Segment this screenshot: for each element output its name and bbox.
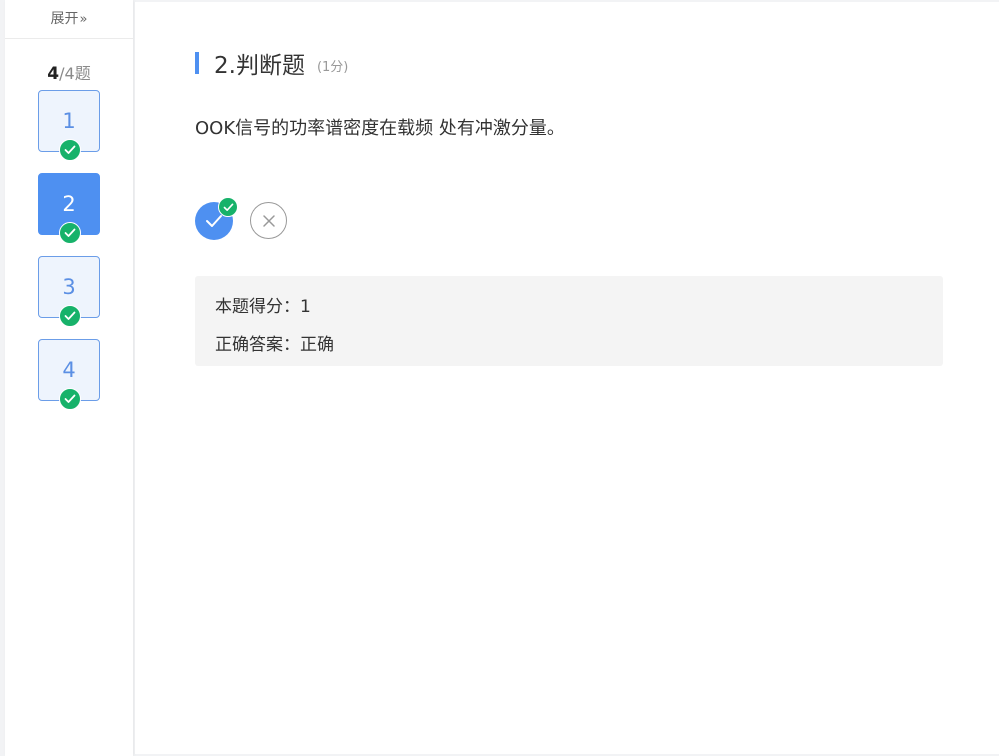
option-true-button[interactable] [195,197,238,240]
check-circle-icon [59,222,81,244]
question-nav-item-3[interactable]: 3 [38,256,100,327]
result-panel: 本题得分：1 正确答案：正确 [195,276,943,366]
expand-label: 展开 [50,11,79,27]
expand-button[interactable]: 展开» [5,0,133,39]
question-text: OOK信号的功率谱密度在载频 处有冲激分量。 [195,118,565,139]
question-score: (1分) [316,59,349,75]
question-nav-list: 1 2 3 4 [5,90,133,410]
question-sidebar: 展开» 4/4题 1 2 3 4 [5,0,133,756]
question-nav-item-1[interactable]: 1 [38,90,100,161]
progress-current: 4 [47,64,60,84]
progress-rest: /4题 [59,64,91,83]
question-number: 4 [62,358,76,382]
question-number: 3 [62,275,76,299]
check-circle-icon [59,139,81,161]
check-circle-icon [59,388,81,410]
correct-badge-icon [218,197,238,217]
question-panel: 2.判断题 (1分) OOK信号的功率谱密度在载频 处有冲激分量。 本题得分：1… [135,2,999,754]
correct-answer: 正确答案：正确 [215,335,334,355]
answer-options [195,197,287,240]
close-icon [262,214,275,227]
double-chevron-right-icon: » [79,12,88,27]
check-circle-icon [59,305,81,327]
question-header: 2.判断题 (1分) [195,50,349,79]
question-score-result: 本题得分：1 [215,297,311,317]
question-title: 2.判断题 [214,53,305,79]
title-accent-bar [195,52,199,74]
question-nav-item-2[interactable]: 2 [38,173,100,244]
progress-counter: 4/4题 [5,63,133,85]
check-icon [206,215,222,227]
option-false-button[interactable] [250,202,287,239]
question-number: 2 [62,192,76,216]
question-nav-item-4[interactable]: 4 [38,339,100,410]
question-number: 1 [62,109,76,133]
